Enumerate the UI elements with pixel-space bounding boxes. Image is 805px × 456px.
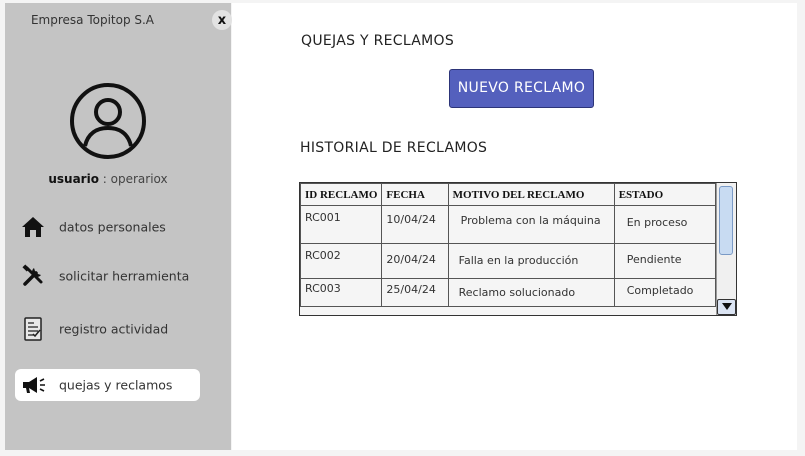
company-name: Empresa Topitop S.A — [30, 13, 155, 27]
column-header[interactable]: ID RECLAMO — [299, 183, 383, 206]
nav-item-quejas-reclamos[interactable]: quejas y reclamos — [15, 369, 200, 401]
table-cell: Problema con la máquina — [447, 205, 615, 244]
claims-table-container: ID RECLAMO FECHA MOTIVO DEL RECLAMO ESTA… — [299, 182, 737, 316]
nav-item-registro-actividad[interactable]: registro actividad — [15, 313, 200, 345]
table-cell: RC002 — [299, 243, 383, 279]
new-claim-button[interactable]: NUEVO RECLAMO — [449, 69, 594, 108]
table-cell: 10/04/24 — [381, 205, 449, 244]
table-cell: Completado — [613, 278, 717, 307]
history-title: HISTORIAL DE RECLAMOS — [300, 140, 488, 156]
table-cell: 25/04/24 — [381, 278, 449, 307]
table-cell: RC001 — [299, 205, 383, 244]
column-header[interactable]: ESTADO — [613, 183, 717, 206]
table-row[interactable]: RC003 25/04/24 Reclamo solucionado Compl… — [299, 278, 717, 307]
table-header-row: ID RECLAMO FECHA MOTIVO DEL RECLAMO ESTA… — [299, 183, 717, 206]
close-sidebar-button[interactable]: x — [212, 10, 232, 30]
nav-label: registro actividad — [59, 321, 169, 337]
scroll-thumb[interactable] — [719, 186, 733, 255]
triangle-down-icon — [721, 303, 732, 310]
table-cell: Reclamo solucionado — [447, 278, 615, 307]
table-cell: 20/04/24 — [381, 243, 449, 279]
table-cell: En proceso — [613, 205, 717, 244]
column-header[interactable]: FECHA — [381, 183, 449, 206]
table-cell: RC003 — [299, 278, 383, 307]
user-label: usuario — [48, 172, 99, 186]
table-row[interactable]: RC001 10/04/24 Problema con la máquina E… — [299, 205, 717, 244]
table-cell: Pendiente — [613, 243, 717, 279]
user-info: usuario : operariox — [5, 172, 211, 186]
nav-label: solicitar herramienta — [59, 268, 190, 284]
megaphone-icon — [19, 371, 47, 399]
nav-label: datos personales — [59, 219, 166, 235]
user-avatar-icon — [68, 81, 148, 161]
table-row[interactable]: RC002 20/04/24 Falla en la producción Pe… — [299, 243, 717, 279]
tools-icon — [19, 262, 47, 290]
scroll-down-button[interactable] — [717, 299, 736, 315]
table-scrollbar[interactable] — [716, 183, 736, 315]
document-icon — [19, 315, 47, 343]
user-separator: : — [98, 172, 111, 186]
main-panel: QUEJAS Y RECLAMOS NUEVO RECLAMO HISTORIA… — [232, 3, 797, 450]
column-header[interactable]: MOTIVO DEL RECLAMO — [447, 183, 615, 206]
nav-item-datos-personales[interactable]: datos personales — [15, 211, 200, 243]
home-icon — [19, 213, 47, 241]
sidebar: Empresa Topitop S.A x usuario : operario… — [5, 3, 232, 450]
nav-label: quejas y reclamos — [59, 377, 173, 393]
user-name: operariox — [110, 172, 168, 186]
table-cell: Falla en la producción — [447, 243, 615, 279]
page-title: QUEJAS Y RECLAMOS — [301, 33, 455, 49]
claims-table: ID RECLAMO FECHA MOTIVO DEL RECLAMO ESTA… — [299, 183, 717, 307]
nav-item-solicitar-herramienta[interactable]: solicitar herramienta — [15, 260, 200, 292]
